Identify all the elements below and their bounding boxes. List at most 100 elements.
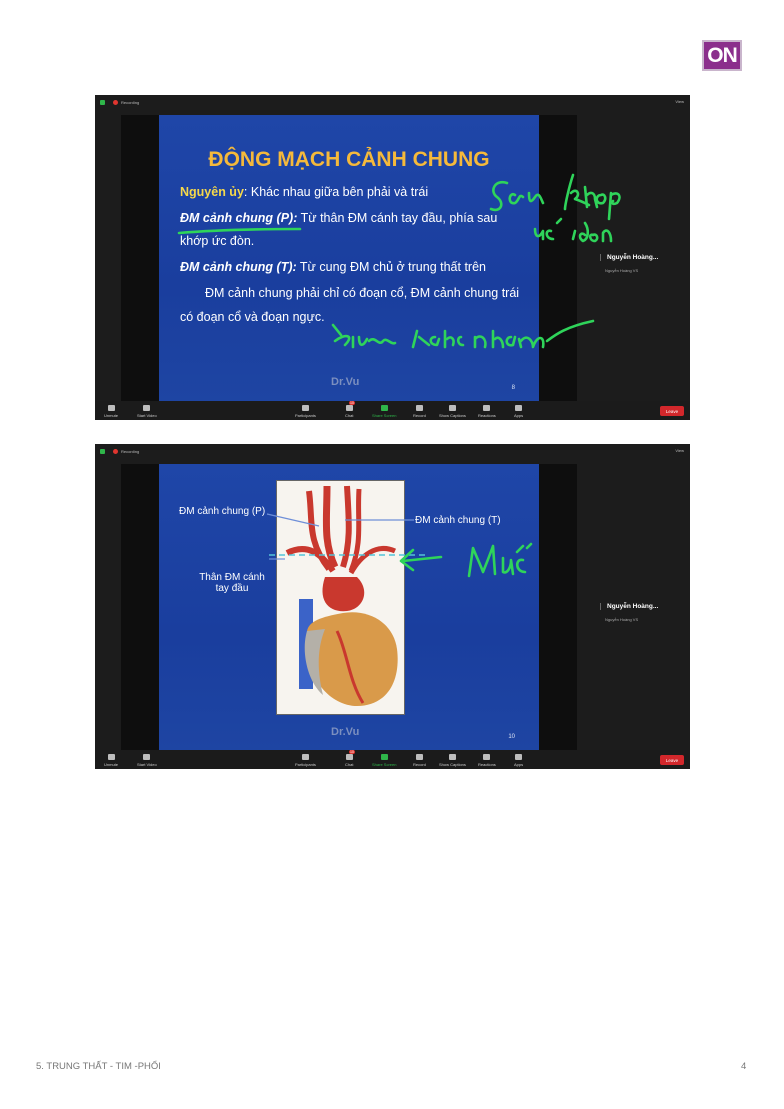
slide-page-number: 8 bbox=[511, 385, 515, 391]
participant-subtitle: Nguyễn Hoàng VS bbox=[605, 268, 639, 273]
leave-button[interactable]: Leave bbox=[660, 406, 684, 416]
reactions-label: Reactions bbox=[478, 762, 496, 767]
participant-name: Nguyễn Hoàng... bbox=[600, 603, 658, 610]
zoom-screenshot-2: Recording View ĐM cảnh chung (P) ĐM cảnh… bbox=[95, 444, 690, 769]
left-common-label: ĐM cảnh chung (T): bbox=[180, 260, 297, 274]
reactions-icon bbox=[483, 405, 491, 411]
footer-page-number: 4 bbox=[741, 1061, 747, 1072]
apps-label: Apps bbox=[514, 413, 524, 418]
label-trunk-line-1: Thân ĐM cánh bbox=[199, 572, 265, 583]
record-dot-icon bbox=[113, 448, 118, 454]
zoom-topbar: Recording View bbox=[95, 95, 690, 109]
show-captions-label: Show Captions bbox=[439, 413, 466, 418]
chat-label: Chat bbox=[345, 762, 354, 767]
record-icon bbox=[415, 405, 423, 411]
record-icon bbox=[415, 754, 423, 760]
unmute-label: Unmute bbox=[104, 413, 119, 418]
chat-badge: 10 bbox=[349, 401, 355, 405]
watermark: Dr.Vu bbox=[331, 376, 360, 388]
participants-button[interactable]: Participants bbox=[295, 754, 316, 767]
slide-8: ĐỘNG MẠCH CẢNH CHUNG Nguyên ủy: Khác nha… bbox=[159, 115, 539, 401]
right-common-line-2: khớp ức đòn. bbox=[180, 234, 255, 248]
participants-button[interactable]: Participants bbox=[295, 405, 316, 418]
share-screen-button[interactable]: Share Screen bbox=[372, 754, 396, 767]
chat-icon bbox=[345, 405, 353, 411]
reactions-label: Reactions bbox=[478, 413, 496, 418]
start-video-label: Start Video bbox=[137, 413, 157, 418]
participant-name: Nguyễn Hoàng... bbox=[600, 254, 658, 261]
share-screen-button[interactable]: Share Screen bbox=[372, 405, 396, 418]
record-label: Record bbox=[413, 762, 426, 767]
reactions-button[interactable]: Reactions bbox=[478, 754, 496, 767]
shield-icon bbox=[100, 99, 105, 105]
record-button[interactable]: Record bbox=[413, 405, 426, 418]
start-video-button[interactable]: Start Video bbox=[137, 754, 157, 767]
apps-icon bbox=[515, 754, 523, 760]
apps-label: Apps bbox=[514, 762, 524, 767]
reactions-button[interactable]: Reactions bbox=[478, 405, 496, 418]
recording-label: Recording bbox=[121, 99, 140, 105]
shield-icon bbox=[100, 448, 105, 454]
participant-tile[interactable]: Nguyễn Hoàng... Nguyễn Hoàng VS bbox=[600, 603, 658, 622]
record-button[interactable]: Record bbox=[413, 754, 426, 767]
chat-badge: 10 bbox=[349, 750, 355, 754]
on-logo-badge: ON bbox=[702, 40, 742, 71]
apps-button[interactable]: Apps bbox=[514, 405, 523, 418]
label-trunk-line-2: tay đầu bbox=[215, 583, 249, 594]
unmute-button[interactable]: Unmute bbox=[104, 754, 118, 767]
video-camera-icon bbox=[143, 405, 151, 411]
note-line-2: có đoạn cổ và đoạn ngực. bbox=[180, 310, 325, 324]
view-button[interactable]: View bbox=[675, 448, 684, 453]
participants-icon bbox=[301, 754, 309, 760]
shared-screen: ĐỘNG MẠCH CẢNH CHUNG Nguyên ủy: Khác nha… bbox=[121, 115, 577, 401]
captions-icon bbox=[448, 405, 456, 411]
leave-button[interactable]: Leave bbox=[660, 755, 684, 765]
microphone-icon bbox=[107, 754, 115, 760]
origin-label: Nguyên ủy bbox=[180, 185, 244, 199]
shared-screen: ĐM cảnh chung (P) ĐM cảnh chung (T) Thân… bbox=[121, 464, 577, 750]
origin-text: : Khác nhau giữa bên phải và trái bbox=[243, 185, 429, 199]
right-common-line: ĐM cảnh chung (P): Từ thân ĐM cánh tay đ… bbox=[180, 211, 497, 225]
label-right-common-carotid: ĐM cảnh chung (P) bbox=[179, 506, 266, 517]
share-screen-icon bbox=[380, 405, 388, 411]
left-common-line: ĐM cảnh chung (T): Từ cung ĐM chủ ở trun… bbox=[180, 260, 486, 274]
show-captions-button[interactable]: Show Captions bbox=[439, 405, 466, 418]
slide-title: ĐỘNG MẠCH CẢNH CHUNG bbox=[208, 148, 490, 171]
microphone-icon bbox=[107, 405, 115, 411]
chat-button[interactable]: 10 Chat bbox=[345, 750, 355, 767]
left-common-text: Từ cung ĐM chủ ở trung thất trên bbox=[296, 260, 486, 274]
share-screen-icon bbox=[380, 754, 388, 760]
watermark: Dr.Vu bbox=[331, 726, 360, 738]
share-screen-label: Share Screen bbox=[372, 413, 397, 418]
unmute-label: Unmute bbox=[104, 762, 119, 767]
zoom-topbar: Recording View bbox=[95, 444, 690, 458]
slide-page-number: 10 bbox=[508, 734, 515, 740]
participants-icon bbox=[301, 405, 309, 411]
share-screen-label: Share Screen bbox=[372, 762, 397, 767]
record-dot-icon bbox=[113, 99, 118, 105]
record-label: Record bbox=[413, 413, 426, 418]
label-brachiocephalic-trunk: Thân ĐM cánh tay đầu bbox=[193, 572, 271, 594]
captions-icon bbox=[448, 754, 456, 760]
right-common-text: Từ thân ĐM cánh tay đầu, phía sau bbox=[297, 211, 498, 225]
chat-button[interactable]: 10 Chat bbox=[345, 401, 355, 418]
unmute-button[interactable]: Unmute bbox=[104, 405, 118, 418]
origin-line: Nguyên ủy: Khác nhau giữa bên phải và tr… bbox=[180, 185, 428, 199]
recording-label: Recording bbox=[121, 448, 140, 454]
right-common-label: ĐM cảnh chung (P): bbox=[180, 211, 298, 225]
participant-tile[interactable]: Nguyễn Hoàng... Nguyễn Hoàng VS bbox=[600, 254, 658, 273]
participant-subtitle: Nguyễn Hoàng VS bbox=[605, 617, 639, 622]
zoom-screenshot-1: Recording View ĐỘNG MẠCH CẢNH CHUNG Nguy… bbox=[95, 95, 690, 420]
note-line-1: ĐM cảnh chung phải chỉ có đoạn cổ, ĐM cả… bbox=[205, 286, 520, 300]
reactions-icon bbox=[483, 754, 491, 760]
apps-button[interactable]: Apps bbox=[514, 754, 523, 767]
chat-label: Chat bbox=[345, 413, 354, 418]
video-camera-icon bbox=[143, 754, 151, 760]
start-video-label: Start Video bbox=[137, 762, 157, 767]
start-video-button[interactable]: Start Video bbox=[137, 405, 157, 418]
show-captions-button[interactable]: Show Captions bbox=[439, 754, 466, 767]
label-left-common-carotid: ĐM cảnh chung (T) bbox=[415, 515, 501, 526]
view-button[interactable]: View bbox=[675, 99, 684, 104]
show-captions-label: Show Captions bbox=[439, 762, 466, 767]
footer-section-title: 5. TRUNG THẤT - TIM -PHỔI bbox=[36, 1061, 161, 1072]
